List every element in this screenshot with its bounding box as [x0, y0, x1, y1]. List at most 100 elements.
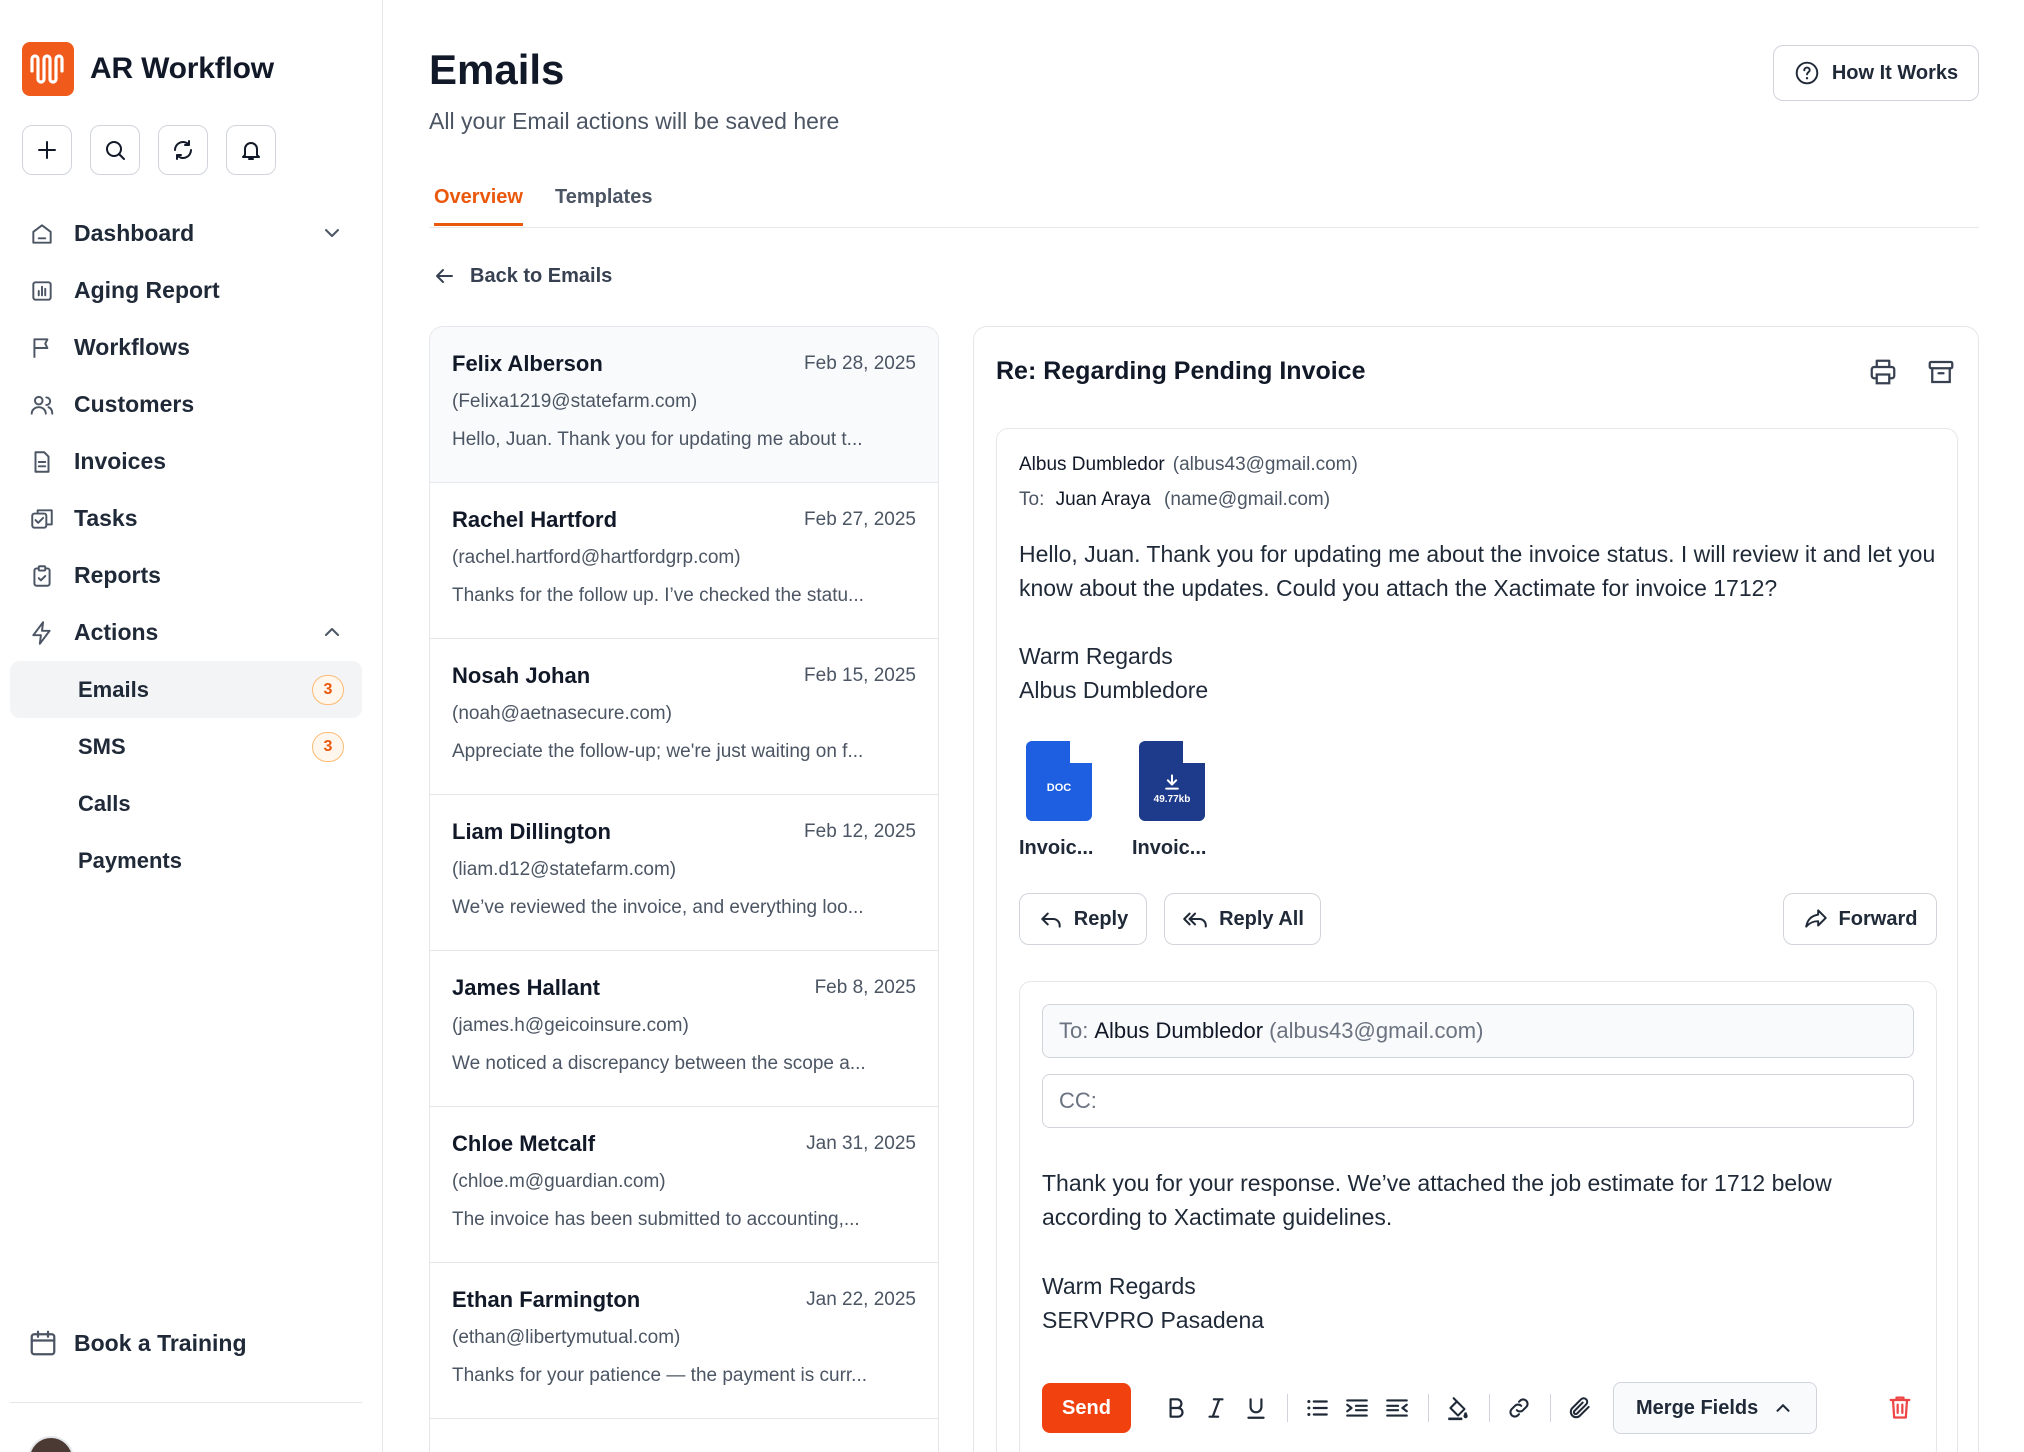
how-it-works-button[interactable]: How It Works	[1773, 45, 1979, 101]
from-line: Albus Dumbledor (albus43@gmail.com)	[1019, 454, 1358, 476]
tab-overview[interactable]: Overview	[434, 186, 523, 226]
attachment[interactable]: DOC Invoic...	[1019, 741, 1109, 860]
list-item[interactable]: Chloe Metcalf Jan 31, 2025 (chloe.m@guar…	[430, 1107, 938, 1263]
count-badge: 3	[312, 675, 344, 705]
bullet-list-icon[interactable]	[1302, 1393, 1332, 1423]
doc-file-icon: DOC	[1026, 741, 1092, 821]
notifications-button[interactable]	[226, 125, 276, 175]
list-item[interactable]: Nosah Johan Feb 15, 2025 (noah@aetnasecu…	[430, 639, 938, 795]
send-button[interactable]: Send	[1042, 1383, 1131, 1433]
list-item[interactable]: Ethan Farmington Jan 22, 2025 (ethan@lib…	[430, 1263, 938, 1419]
lightning-icon	[28, 619, 56, 647]
chevron-down-icon[interactable]	[320, 221, 344, 251]
search-icon	[106, 141, 125, 160]
search-button[interactable]	[90, 125, 140, 175]
avatar[interactable]	[28, 1436, 74, 1452]
sender-email: (chloe.m@guardian.com)	[452, 1171, 666, 1192]
merge-fields-label: Merge Fields	[1636, 1396, 1759, 1419]
detail-actions	[1868, 357, 1956, 392]
toolbar-divider	[1287, 1394, 1288, 1422]
reply-all-button[interactable]: Reply All	[1164, 893, 1321, 945]
sidebar-item-actions[interactable]: Actions	[10, 604, 362, 661]
email-date: Feb 28, 2025	[804, 353, 916, 374]
sidebar-item-tasks[interactable]: Tasks	[10, 490, 362, 547]
to-line: To: Juan Araya (name@gmail.com)	[1019, 489, 1330, 511]
back-label: Back to Emails	[470, 264, 613, 287]
sender-email: (Felixa1219@statefarm.com)	[452, 391, 698, 412]
sidebar-subitem-payments[interactable]: Payments	[10, 832, 362, 889]
download-file-icon: 49.77kb	[1139, 741, 1205, 821]
file-corner-fold	[1183, 741, 1205, 763]
sidebar-item-workflows[interactable]: Workflows	[10, 319, 362, 376]
sidebar-item-customers[interactable]: Customers	[10, 376, 362, 433]
email-date: Feb 12, 2025	[804, 821, 916, 842]
archive-icon[interactable]	[1926, 357, 1956, 392]
email-date: Jan 22, 2025	[806, 1289, 916, 1310]
email-date: Feb 27, 2025	[804, 509, 916, 530]
reply-all-label: Reply All	[1219, 907, 1304, 930]
sidebar-subitem-sms[interactable]: SMS 3	[10, 718, 362, 775]
reply-label: Reply	[1073, 907, 1129, 930]
forward-button[interactable]: Forward	[1783, 893, 1937, 945]
reply-body[interactable]: Thank you for your response. We’ve attac…	[1042, 1166, 1902, 1234]
forward-icon	[1804, 909, 1827, 928]
sidebar-item-label: Calls	[78, 790, 131, 816]
italic-icon[interactable]	[1201, 1393, 1231, 1423]
attachment-icon[interactable]	[1565, 1393, 1595, 1423]
cc-field[interactable]: CC:	[1042, 1074, 1914, 1128]
sidebar-item-label: Payments	[78, 847, 182, 873]
bold-icon[interactable]	[1161, 1393, 1191, 1423]
sidebar-item-label: Aging Report	[74, 277, 220, 303]
email-preview: Appreciate the follow-up; we're just wai…	[452, 741, 864, 762]
count-badge: 3	[312, 732, 344, 762]
email-date: Jan 31, 2025	[806, 1133, 916, 1154]
reply-button[interactable]: Reply	[1019, 893, 1147, 945]
tab-templates[interactable]: Templates	[555, 186, 652, 223]
email-detail-panel: Re: Regarding Pending Invoice Albus Dumb…	[973, 326, 1979, 1452]
cc-label: CC:	[1059, 1088, 1097, 1113]
sidebar-divider	[10, 1402, 362, 1403]
list-item[interactable]: Rachel Hartford Feb 27, 2025 (rachel.har…	[430, 483, 938, 639]
attachment[interactable]: 49.77kb Invoic...	[1132, 741, 1222, 860]
to-prefix: To:	[1019, 489, 1045, 510]
print-icon[interactable]	[1868, 357, 1898, 392]
sidebar-item-invoices[interactable]: Invoices	[10, 433, 362, 490]
to-email: (name@gmail.com)	[1164, 489, 1331, 510]
to-field[interactable]: To: Albus Dumbledor (albus43@gmail.com)	[1042, 1004, 1914, 1058]
merge-fields-button[interactable]: Merge Fields	[1613, 1382, 1818, 1434]
brand[interactable]: AR Workflow	[22, 42, 274, 96]
refresh-button[interactable]	[158, 125, 208, 175]
sidebar-item-aging-report[interactable]: Aging Report	[10, 262, 362, 319]
tasks-icon	[28, 505, 56, 533]
message-body: Hello, Juan. Thank you for updating me a…	[1019, 541, 1936, 601]
reply-composer: To: Albus Dumbledor (albus43@gmail.com) …	[1019, 981, 1937, 1452]
help-circle-icon	[1795, 61, 1819, 85]
list-item[interactable]: Felix Alberson Feb 28, 2025 (Felixa1219@…	[430, 327, 938, 483]
bell-icon	[242, 142, 260, 160]
outdent-icon[interactable]	[1382, 1393, 1412, 1423]
sidebar-subitem-calls[interactable]: Calls	[10, 775, 362, 832]
chevron-up-icon[interactable]	[320, 620, 344, 650]
download-icon	[1165, 773, 1179, 790]
from-email: (albus43@gmail.com)	[1172, 454, 1358, 475]
list-item[interactable]: Liam Dillington Feb 12, 2025 (liam.d12@s…	[430, 795, 938, 951]
sidebar-item-dashboard[interactable]: Dashboard	[10, 205, 362, 262]
message-signature: Warm Regards Albus Dumbledore	[1019, 639, 1208, 707]
trash-icon[interactable]	[1886, 1393, 1914, 1426]
email-subject: Re: Regarding Pending Invoice	[996, 357, 1366, 385]
file-size-label: 49.77kb	[1153, 793, 1191, 805]
sidebar-item-label: Actions	[74, 619, 159, 645]
add-button[interactable]	[22, 125, 72, 175]
sidebar-item-reports[interactable]: Reports	[10, 547, 362, 604]
link-icon[interactable]	[1504, 1393, 1534, 1423]
indent-icon[interactable]	[1342, 1393, 1372, 1423]
toolbar-divider	[1428, 1394, 1429, 1422]
sender-email: (liam.d12@statefarm.com)	[452, 859, 677, 880]
fill-color-icon[interactable]	[1443, 1393, 1473, 1423]
back-to-emails-link[interactable]: Back to Emails	[432, 264, 612, 288]
list-item[interactable]: James Hallant Feb 8, 2025 (james.h@geico…	[430, 951, 938, 1107]
book-training-link[interactable]: Book a Training	[28, 1328, 247, 1358]
to-prefix: To:	[1059, 1018, 1089, 1043]
underline-icon[interactable]	[1241, 1393, 1271, 1423]
sidebar-subitem-emails[interactable]: Emails 3	[10, 661, 362, 718]
